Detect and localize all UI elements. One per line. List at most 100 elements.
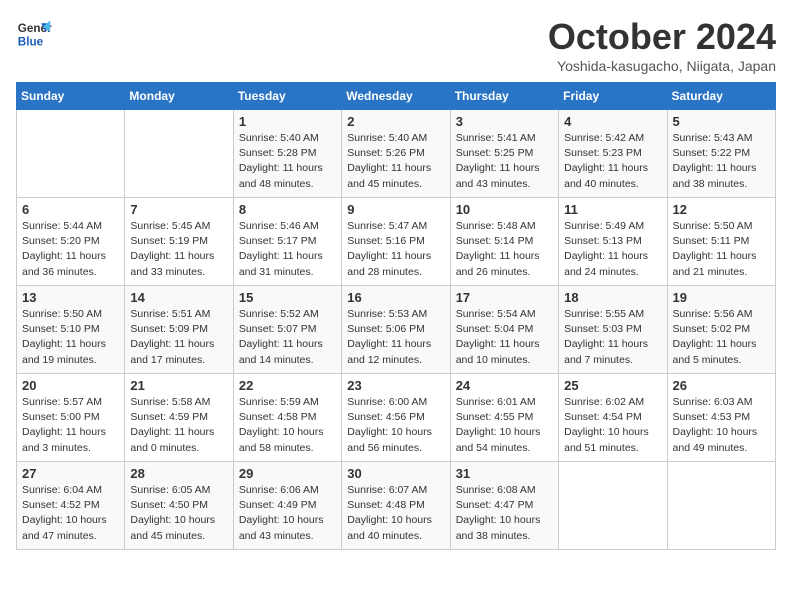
calendar-cell: 11 Sunrise: 5:49 AM Sunset: 5:13 PM Dayli…: [559, 198, 667, 286]
day-number: 28: [130, 466, 227, 481]
day-number: 5: [673, 114, 770, 129]
day-number: 7: [130, 202, 227, 217]
day-info: Sunrise: 5:55 AM Sunset: 5:03 PM Dayligh…: [564, 307, 661, 368]
day-info: Sunrise: 6:01 AM Sunset: 4:55 PM Dayligh…: [456, 395, 553, 456]
page-header: General Blue October 2024 Yoshida-kasuga…: [16, 16, 776, 74]
day-number: 11: [564, 202, 661, 217]
calendar-cell: 17 Sunrise: 5:54 AM Sunset: 5:04 PM Dayli…: [450, 286, 558, 374]
day-number: 13: [22, 290, 119, 305]
month-title: October 2024: [548, 16, 776, 58]
day-number: 17: [456, 290, 553, 305]
day-number: 4: [564, 114, 661, 129]
weekday-wednesday: Wednesday: [342, 83, 450, 110]
logo: General Blue: [16, 16, 52, 52]
day-info: Sunrise: 6:05 AM Sunset: 4:50 PM Dayligh…: [130, 483, 227, 544]
calendar-cell: 28 Sunrise: 6:05 AM Sunset: 4:50 PM Dayli…: [125, 462, 233, 550]
day-number: 3: [456, 114, 553, 129]
calendar-table: SundayMondayTuesdayWednesdayThursdayFrid…: [16, 82, 776, 550]
calendar-week-5: 27 Sunrise: 6:04 AM Sunset: 4:52 PM Dayli…: [17, 462, 776, 550]
day-info: Sunrise: 5:53 AM Sunset: 5:06 PM Dayligh…: [347, 307, 444, 368]
day-info: Sunrise: 5:48 AM Sunset: 5:14 PM Dayligh…: [456, 219, 553, 280]
day-info: Sunrise: 5:56 AM Sunset: 5:02 PM Dayligh…: [673, 307, 770, 368]
day-number: 8: [239, 202, 336, 217]
day-number: 1: [239, 114, 336, 129]
calendar-cell: 21 Sunrise: 5:58 AM Sunset: 4:59 PM Dayli…: [125, 374, 233, 462]
title-block: October 2024 Yoshida-kasugacho, Niigata,…: [548, 16, 776, 74]
day-number: 19: [673, 290, 770, 305]
day-number: 22: [239, 378, 336, 393]
weekday-monday: Monday: [125, 83, 233, 110]
day-info: Sunrise: 5:45 AM Sunset: 5:19 PM Dayligh…: [130, 219, 227, 280]
calendar-cell: 15 Sunrise: 5:52 AM Sunset: 5:07 PM Dayli…: [233, 286, 341, 374]
day-info: Sunrise: 5:50 AM Sunset: 5:11 PM Dayligh…: [673, 219, 770, 280]
day-number: 16: [347, 290, 444, 305]
calendar-cell: 1 Sunrise: 5:40 AM Sunset: 5:28 PM Daylig…: [233, 110, 341, 198]
day-number: 23: [347, 378, 444, 393]
svg-text:Blue: Blue: [18, 36, 44, 49]
day-info: Sunrise: 5:59 AM Sunset: 4:58 PM Dayligh…: [239, 395, 336, 456]
day-info: Sunrise: 5:40 AM Sunset: 5:26 PM Dayligh…: [347, 131, 444, 192]
day-number: 12: [673, 202, 770, 217]
day-info: Sunrise: 5:41 AM Sunset: 5:25 PM Dayligh…: [456, 131, 553, 192]
calendar-cell: 10 Sunrise: 5:48 AM Sunset: 5:14 PM Dayli…: [450, 198, 558, 286]
day-info: Sunrise: 5:52 AM Sunset: 5:07 PM Dayligh…: [239, 307, 336, 368]
calendar-body: 1 Sunrise: 5:40 AM Sunset: 5:28 PM Daylig…: [17, 110, 776, 550]
logo-icon: General Blue: [16, 16, 52, 52]
weekday-sunday: Sunday: [17, 83, 125, 110]
day-number: 20: [22, 378, 119, 393]
weekday-header-row: SundayMondayTuesdayWednesdayThursdayFrid…: [17, 83, 776, 110]
calendar-cell: 14Sunrise: 5:51 AM Sunset: 5:09 PM Dayli…: [125, 286, 233, 374]
calendar-cell: 20 Sunrise: 5:57 AM Sunset: 5:00 PM Dayli…: [17, 374, 125, 462]
calendar-cell: 18Sunrise: 5:55 AM Sunset: 5:03 PM Dayli…: [559, 286, 667, 374]
day-info: Sunrise: 6:08 AM Sunset: 4:47 PM Dayligh…: [456, 483, 553, 544]
day-info: Sunrise: 5:49 AM Sunset: 5:13 PM Dayligh…: [564, 219, 661, 280]
calendar-week-1: 1 Sunrise: 5:40 AM Sunset: 5:28 PM Daylig…: [17, 110, 776, 198]
calendar-cell: [125, 110, 233, 198]
calendar-cell: 8 Sunrise: 5:46 AM Sunset: 5:17 PM Daylig…: [233, 198, 341, 286]
calendar-week-2: 6 Sunrise: 5:44 AM Sunset: 5:20 PM Daylig…: [17, 198, 776, 286]
day-number: 2: [347, 114, 444, 129]
day-info: Sunrise: 5:54 AM Sunset: 5:04 PM Dayligh…: [456, 307, 553, 368]
calendar-cell: 16 Sunrise: 5:53 AM Sunset: 5:06 PM Dayli…: [342, 286, 450, 374]
day-info: Sunrise: 5:47 AM Sunset: 5:16 PM Dayligh…: [347, 219, 444, 280]
calendar-cell: 5Sunrise: 5:43 AM Sunset: 5:22 PM Daylig…: [667, 110, 775, 198]
day-info: Sunrise: 5:42 AM Sunset: 5:23 PM Dayligh…: [564, 131, 661, 192]
calendar-cell: 31Sunrise: 6:08 AM Sunset: 4:47 PM Dayli…: [450, 462, 558, 550]
day-number: 30: [347, 466, 444, 481]
calendar-cell: 22 Sunrise: 5:59 AM Sunset: 4:58 PM Dayli…: [233, 374, 341, 462]
day-number: 15: [239, 290, 336, 305]
day-info: Sunrise: 6:07 AM Sunset: 4:48 PM Dayligh…: [347, 483, 444, 544]
day-number: 21: [130, 378, 227, 393]
day-number: 10: [456, 202, 553, 217]
day-info: Sunrise: 5:58 AM Sunset: 4:59 PM Dayligh…: [130, 395, 227, 456]
weekday-saturday: Saturday: [667, 83, 775, 110]
day-info: Sunrise: 5:46 AM Sunset: 5:17 PM Dayligh…: [239, 219, 336, 280]
calendar-cell: 9Sunrise: 5:47 AM Sunset: 5:16 PM Daylig…: [342, 198, 450, 286]
calendar-cell: 24Sunrise: 6:01 AM Sunset: 4:55 PM Dayli…: [450, 374, 558, 462]
calendar-cell: 2 Sunrise: 5:40 AM Sunset: 5:26 PM Daylig…: [342, 110, 450, 198]
calendar-cell: 30 Sunrise: 6:07 AM Sunset: 4:48 PM Dayli…: [342, 462, 450, 550]
calendar-cell: 26Sunrise: 6:03 AM Sunset: 4:53 PM Dayli…: [667, 374, 775, 462]
weekday-friday: Friday: [559, 83, 667, 110]
calendar-cell: 23 Sunrise: 6:00 AM Sunset: 4:56 PM Dayli…: [342, 374, 450, 462]
day-info: Sunrise: 5:50 AM Sunset: 5:10 PM Dayligh…: [22, 307, 119, 368]
calendar-cell: [559, 462, 667, 550]
day-number: 6: [22, 202, 119, 217]
calendar-cell: 12 Sunrise: 5:50 AM Sunset: 5:11 PM Dayli…: [667, 198, 775, 286]
calendar-cell: [17, 110, 125, 198]
day-info: Sunrise: 6:00 AM Sunset: 4:56 PM Dayligh…: [347, 395, 444, 456]
day-number: 29: [239, 466, 336, 481]
day-number: 27: [22, 466, 119, 481]
day-info: Sunrise: 5:57 AM Sunset: 5:00 PM Dayligh…: [22, 395, 119, 456]
day-info: Sunrise: 5:40 AM Sunset: 5:28 PM Dayligh…: [239, 131, 336, 192]
day-info: Sunrise: 6:04 AM Sunset: 4:52 PM Dayligh…: [22, 483, 119, 544]
day-number: 26: [673, 378, 770, 393]
calendar-cell: 25Sunrise: 6:02 AM Sunset: 4:54 PM Dayli…: [559, 374, 667, 462]
calendar-cell: 4 Sunrise: 5:42 AM Sunset: 5:23 PM Daylig…: [559, 110, 667, 198]
calendar-week-3: 13 Sunrise: 5:50 AM Sunset: 5:10 PM Dayli…: [17, 286, 776, 374]
day-info: Sunrise: 5:51 AM Sunset: 5:09 PM Dayligh…: [130, 307, 227, 368]
weekday-tuesday: Tuesday: [233, 83, 341, 110]
day-info: Sunrise: 6:06 AM Sunset: 4:49 PM Dayligh…: [239, 483, 336, 544]
day-info: Sunrise: 5:44 AM Sunset: 5:20 PM Dayligh…: [22, 219, 119, 280]
calendar-cell: 13 Sunrise: 5:50 AM Sunset: 5:10 PM Dayli…: [17, 286, 125, 374]
